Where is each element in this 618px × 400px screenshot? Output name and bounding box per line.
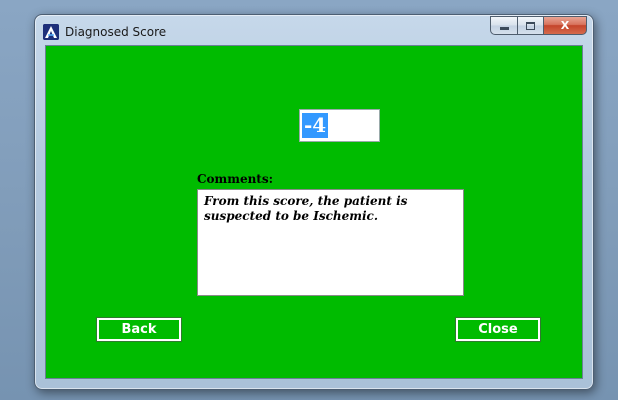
close-icon: X [560, 19, 570, 32]
minimize-button[interactable] [490, 16, 517, 35]
back-button[interactable]: Back [97, 318, 181, 341]
comments-textarea[interactable]: From this score, the patient is suspecte… [197, 189, 464, 296]
window-close-button[interactable]: X [543, 16, 587, 35]
maximize-button[interactable] [517, 16, 543, 35]
client-area: -4 Comments: From this score, the patien… [45, 45, 583, 379]
score-value: -4 [302, 113, 329, 138]
caption-buttons: X [490, 16, 587, 36]
minimize-icon [499, 27, 509, 30]
comments-text: From this score, the patient is suspecte… [204, 194, 408, 223]
close-button[interactable]: Close [456, 318, 540, 341]
maximize-icon [526, 21, 535, 30]
comments-label: Comments: [197, 172, 274, 186]
diagnosed-score-window: Diagnosed Score X -4 Comments: From this… [34, 14, 594, 390]
title-bar[interactable]: Diagnosed Score X [35, 15, 593, 45]
score-field[interactable]: -4 [299, 109, 380, 142]
app-logo-icon [43, 24, 59, 40]
window-title: Diagnosed Score [65, 25, 167, 39]
